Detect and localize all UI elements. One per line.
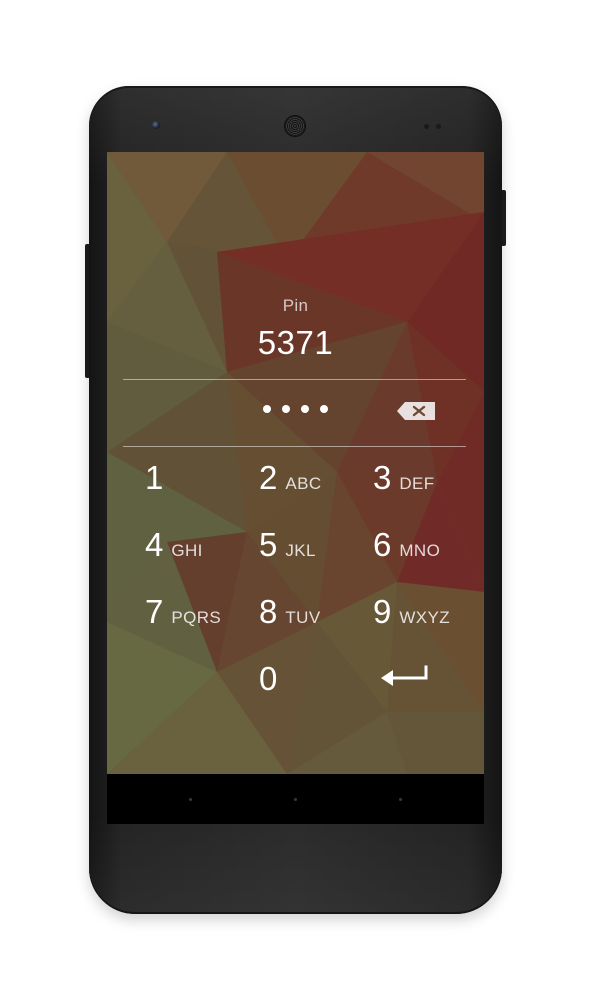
key-8[interactable]: 8 TUV: [259, 586, 321, 638]
pin-keypad: 1 2 ABC 3 DEF 4 GHI 5 JKL 6 MNO 7 PQRS 8…: [107, 152, 484, 774]
key-5[interactable]: 5 JKL: [259, 519, 316, 571]
phone-screen: Pin 5371 1 2 ABC 3 DEF 4 GHI 5 JKL 6 MNO…: [107, 152, 484, 774]
key-3[interactable]: 3 DEF: [373, 452, 435, 504]
nav-home-dot[interactable]: [294, 798, 297, 801]
key-digit: 0: [259, 660, 278, 697]
key-9[interactable]: 9 WXYZ: [373, 586, 450, 638]
key-1[interactable]: 1: [145, 452, 163, 504]
key-7[interactable]: 7 PQRS: [145, 586, 221, 638]
key-digit: 4: [145, 526, 164, 563]
enter-arrow-icon: [381, 665, 428, 686]
key-letters: TUV: [285, 608, 321, 627]
key-digit: 3: [373, 459, 392, 496]
key-letters: DEF: [399, 474, 435, 493]
light-sensor: [436, 124, 441, 129]
navigation-bar: [107, 774, 484, 824]
enter-button[interactable]: [377, 662, 433, 694]
key-letters: ABC: [285, 474, 322, 493]
key-digit: 9: [373, 593, 392, 630]
key-4[interactable]: 4 GHI: [145, 519, 203, 571]
key-digit: 2: [259, 459, 278, 496]
key-digit: 5: [259, 526, 278, 563]
key-letters: WXYZ: [399, 608, 451, 627]
earpiece-speaker: [285, 116, 305, 136]
key-digit: 6: [373, 526, 392, 563]
key-6[interactable]: 6 MNO: [373, 519, 440, 571]
key-letters: PQRS: [171, 608, 222, 627]
nav-back-dot[interactable]: [189, 798, 192, 801]
key-letters: MNO: [399, 541, 441, 560]
key-letters: JKL: [285, 541, 316, 560]
key-letters: GHI: [171, 541, 203, 560]
key-0[interactable]: 0: [259, 653, 277, 705]
key-2[interactable]: 2 ABC: [259, 452, 322, 504]
front-camera: [152, 121, 160, 129]
nav-recents-dot[interactable]: [399, 798, 402, 801]
key-digit: 8: [259, 593, 278, 630]
proximity-sensor: [424, 124, 429, 129]
key-digit: 7: [145, 593, 164, 630]
key-digit: 1: [145, 459, 164, 496]
